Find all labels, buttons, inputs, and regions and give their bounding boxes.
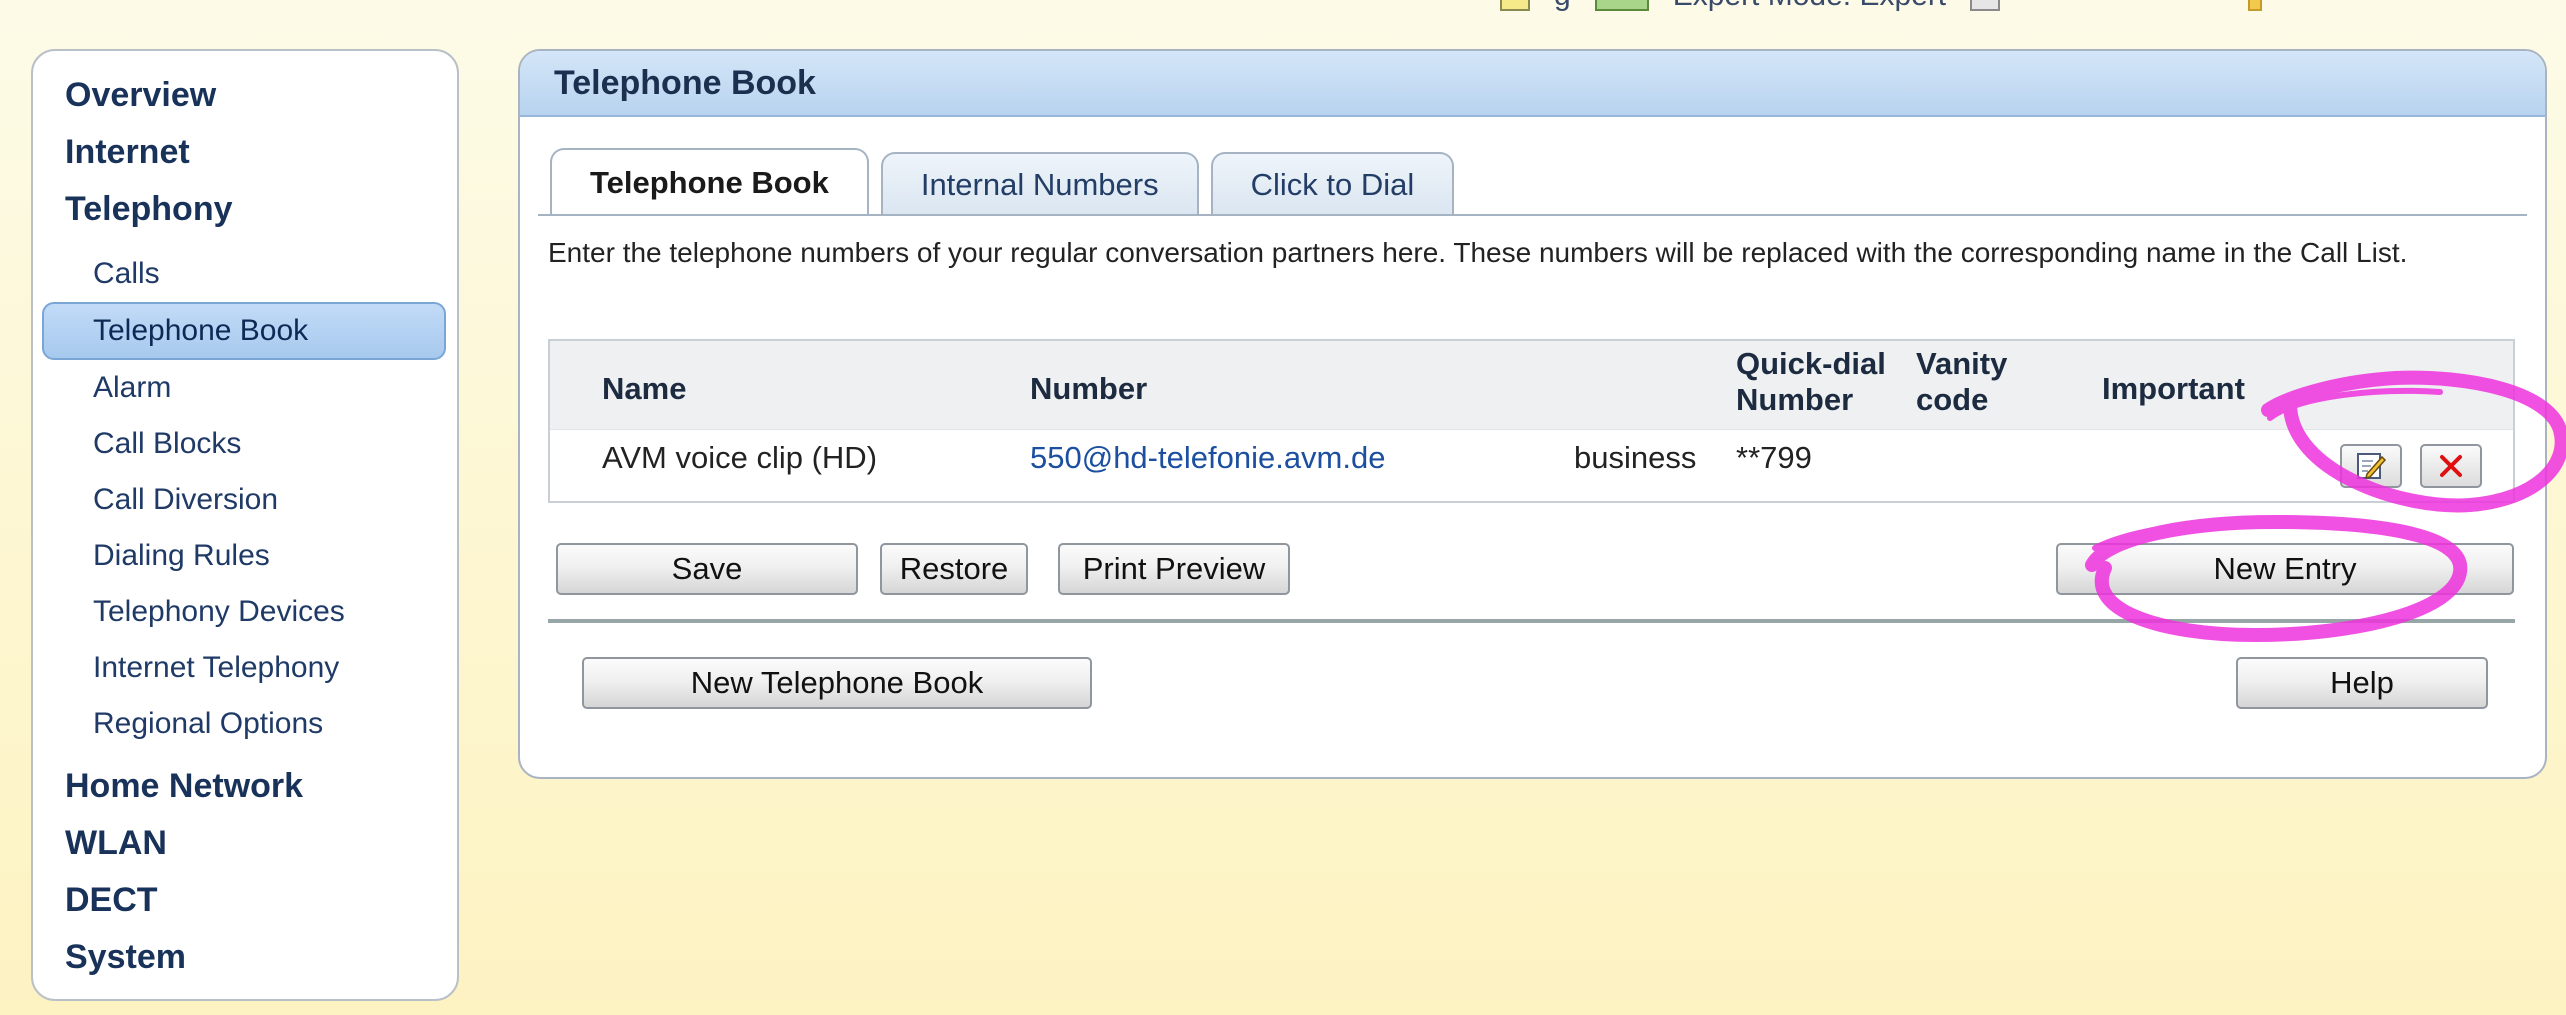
telephone-book-panel: Telephone Book Telephone Book Internal N… xyxy=(518,49,2547,779)
header-quick-dial[interactable]: Quick-dial Number xyxy=(1736,346,1886,418)
nav-sub-regional-options[interactable]: Regional Options xyxy=(33,696,457,752)
expert-mode-icon[interactable] xyxy=(1594,0,1649,11)
nav-sub-calls[interactable]: Calls xyxy=(33,246,457,302)
nav-sub-dialing-rules[interactable]: Dialing Rules xyxy=(33,528,457,584)
nav-sub-telephone-book[interactable]: Telephone Book xyxy=(42,302,446,360)
nav-sub-internet-telephony[interactable]: Internet Telephony xyxy=(33,640,457,696)
sidebar-nav: Overview Internet Telephony Calls Teleph… xyxy=(31,49,459,1001)
panel-title: Telephone Book xyxy=(520,51,2545,117)
nav-overview[interactable]: Overview xyxy=(33,67,457,124)
table-header: Name Number Quick-dial Number Vanity cod… xyxy=(550,341,2513,430)
tab-divider xyxy=(538,214,2527,216)
nav-sub-call-blocks[interactable]: Call Blocks xyxy=(33,416,457,472)
tab-click-to-dial[interactable]: Click to Dial xyxy=(1210,152,1455,214)
header-number[interactable]: Number xyxy=(1030,371,1147,407)
top-toolbar: g Expert Mode: Expert xyxy=(1500,0,2263,14)
edit-icon xyxy=(2357,453,2387,480)
nav-sub-alarm[interactable]: Alarm xyxy=(33,360,457,416)
row-quick-dial: **799 xyxy=(1736,440,1812,475)
expert-mode-link[interactable]: Expert Mode: Expert xyxy=(1673,0,1946,13)
help-button[interactable]: Help xyxy=(2236,657,2488,709)
tab-bar: Telephone Book Internal Numbers Click to… xyxy=(550,148,1455,214)
window-icon[interactable] xyxy=(1970,0,2001,11)
header-quick-dial-line1: Quick-dial xyxy=(1736,346,1886,381)
restore-button[interactable]: Restore xyxy=(880,543,1028,595)
phonebook-table: Name Number Quick-dial Number Vanity cod… xyxy=(548,339,2515,503)
header-vanity-line2: code xyxy=(1916,382,1989,417)
row-name: AVM voice clip (HD) xyxy=(602,440,878,475)
tab-telephone-book[interactable]: Telephone Book xyxy=(550,148,869,214)
delete-icon xyxy=(2440,455,2462,477)
notes-icon[interactable] xyxy=(1500,0,1530,11)
header-quick-dial-line2: Number xyxy=(1736,382,1854,417)
nav-sub-call-diversion[interactable]: Call Diversion xyxy=(33,472,457,528)
save-button[interactable]: Save xyxy=(556,543,858,595)
nav-sub-telephony-devices[interactable]: Telephony Devices xyxy=(33,584,457,640)
new-entry-button[interactable]: New Entry xyxy=(2056,543,2514,595)
nav-telephony[interactable]: Telephony xyxy=(33,181,457,238)
nav-wlan[interactable]: WLAN xyxy=(33,815,457,872)
header-vanity-line1: Vanity xyxy=(1916,346,2008,381)
nav-home-network[interactable]: Home Network xyxy=(33,758,457,815)
header-name[interactable]: Name xyxy=(602,371,686,407)
table-row: AVM voice clip (HD) 550@hd-telefonie.avm… xyxy=(550,430,2513,502)
tab-internal-numbers[interactable]: Internal Numbers xyxy=(880,152,1199,214)
top-item-label[interactable]: g xyxy=(1554,0,1571,13)
header-vanity[interactable]: Vanity code xyxy=(1916,346,2007,418)
nav-dect[interactable]: DECT xyxy=(33,872,457,929)
new-telephone-book-button[interactable]: New Telephone Book xyxy=(582,657,1092,709)
intro-text: Enter the telephone numbers of your regu… xyxy=(548,237,2408,268)
section-divider xyxy=(548,619,2515,623)
row-number-type: business xyxy=(1574,440,1697,475)
bulb-icon[interactable] xyxy=(2248,0,2263,11)
row-number-link[interactable]: 550@hd-telefonie.avm.de xyxy=(1030,438,1385,478)
edit-entry-button[interactable] xyxy=(2340,444,2402,488)
print-preview-button[interactable]: Print Preview xyxy=(1058,543,1290,595)
delete-entry-button[interactable] xyxy=(2420,444,2482,488)
nav-internet[interactable]: Internet xyxy=(33,124,457,181)
header-important[interactable]: Important xyxy=(2102,371,2245,407)
nav-system[interactable]: System xyxy=(33,929,457,986)
